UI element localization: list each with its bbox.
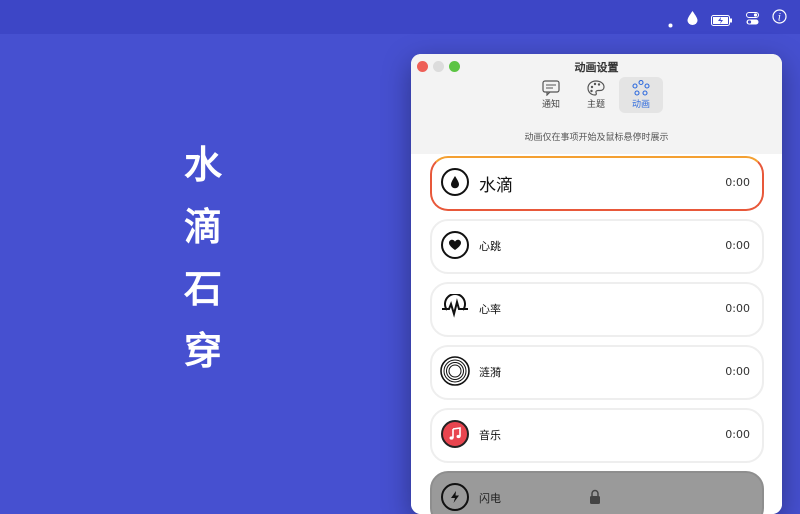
- animation-name: 水滴: [479, 176, 513, 196]
- tab-theme[interactable]: 主题: [574, 77, 618, 113]
- animation-hint-text: 动画仅在事项开始及鼠标悬停时展示: [524, 133, 669, 143]
- hero-title: 水 滴 石 穿: [178, 134, 228, 382]
- animation-item-heartbeat[interactable]: 心跳 0:00: [430, 219, 764, 274]
- animation-item-music[interactable]: 音乐 0:00: [430, 408, 764, 463]
- animation-duration: 0:00: [725, 176, 750, 189]
- hero-char: 石: [183, 267, 222, 311]
- animation-name: 闪电: [479, 492, 501, 505]
- animation-icon: [632, 80, 650, 96]
- heart-icon: [441, 231, 469, 259]
- menu-bar: i: [0, 0, 800, 34]
- tab-label: 动画: [631, 100, 650, 110]
- animation-item-water-drop[interactable]: 水滴 0:00: [430, 156, 764, 211]
- window-title: 动画设置: [574, 61, 619, 74]
- animation-item-heart-rate[interactable]: 心率 0:00: [430, 282, 764, 337]
- tab-notifications[interactable]: 通知: [529, 77, 573, 113]
- animation-duration: 0:00: [725, 302, 750, 315]
- control-center-icon[interactable]: [746, 10, 759, 29]
- animation-duration: 0:00: [725, 428, 750, 441]
- hero-char: 穿: [183, 329, 222, 373]
- dot-icon[interactable]: [668, 13, 673, 32]
- animation-name: 心率: [479, 303, 501, 316]
- tab-label: 通知: [541, 100, 560, 110]
- animation-item-lightning[interactable]: 闪电: [430, 471, 764, 514]
- animation-item-ripple[interactable]: 涟漪 0:00: [430, 345, 764, 400]
- animation-name: 涟漪: [479, 366, 501, 379]
- palette-icon: [587, 80, 605, 96]
- lock-icon: [589, 489, 601, 509]
- animation-list: 水滴 0:00 心跳 0:00 心率 0:00 涟漪 0:00 音乐 0:00 …: [411, 154, 782, 514]
- animation-name: 音乐: [479, 429, 501, 442]
- hero-char: 滴: [183, 205, 222, 249]
- svg-text:i: i: [778, 13, 781, 24]
- animation-settings-window: 动画设置 通知 主题 动画 动画仅在事项开始及鼠标悬停时展示 水滴 0:00 心…: [411, 54, 782, 514]
- lightning-icon: [441, 483, 469, 511]
- battery-charging-icon[interactable]: [711, 11, 733, 30]
- heart-rate-icon: [441, 294, 469, 322]
- ripple-icon: [440, 356, 470, 386]
- hero-char: 水: [183, 143, 222, 187]
- message-icon: [542, 80, 560, 96]
- animation-name: 心跳: [479, 240, 501, 253]
- water-drop-icon: [441, 168, 469, 196]
- info-icon[interactable]: i: [772, 9, 787, 28]
- music-note-icon: [441, 420, 469, 448]
- animation-duration: 0:00: [725, 365, 750, 378]
- animation-duration: 0:00: [725, 239, 750, 252]
- water-drop-icon[interactable]: [687, 10, 698, 29]
- tab-animation[interactable]: 动画: [619, 77, 663, 113]
- tab-label: 主题: [586, 100, 605, 110]
